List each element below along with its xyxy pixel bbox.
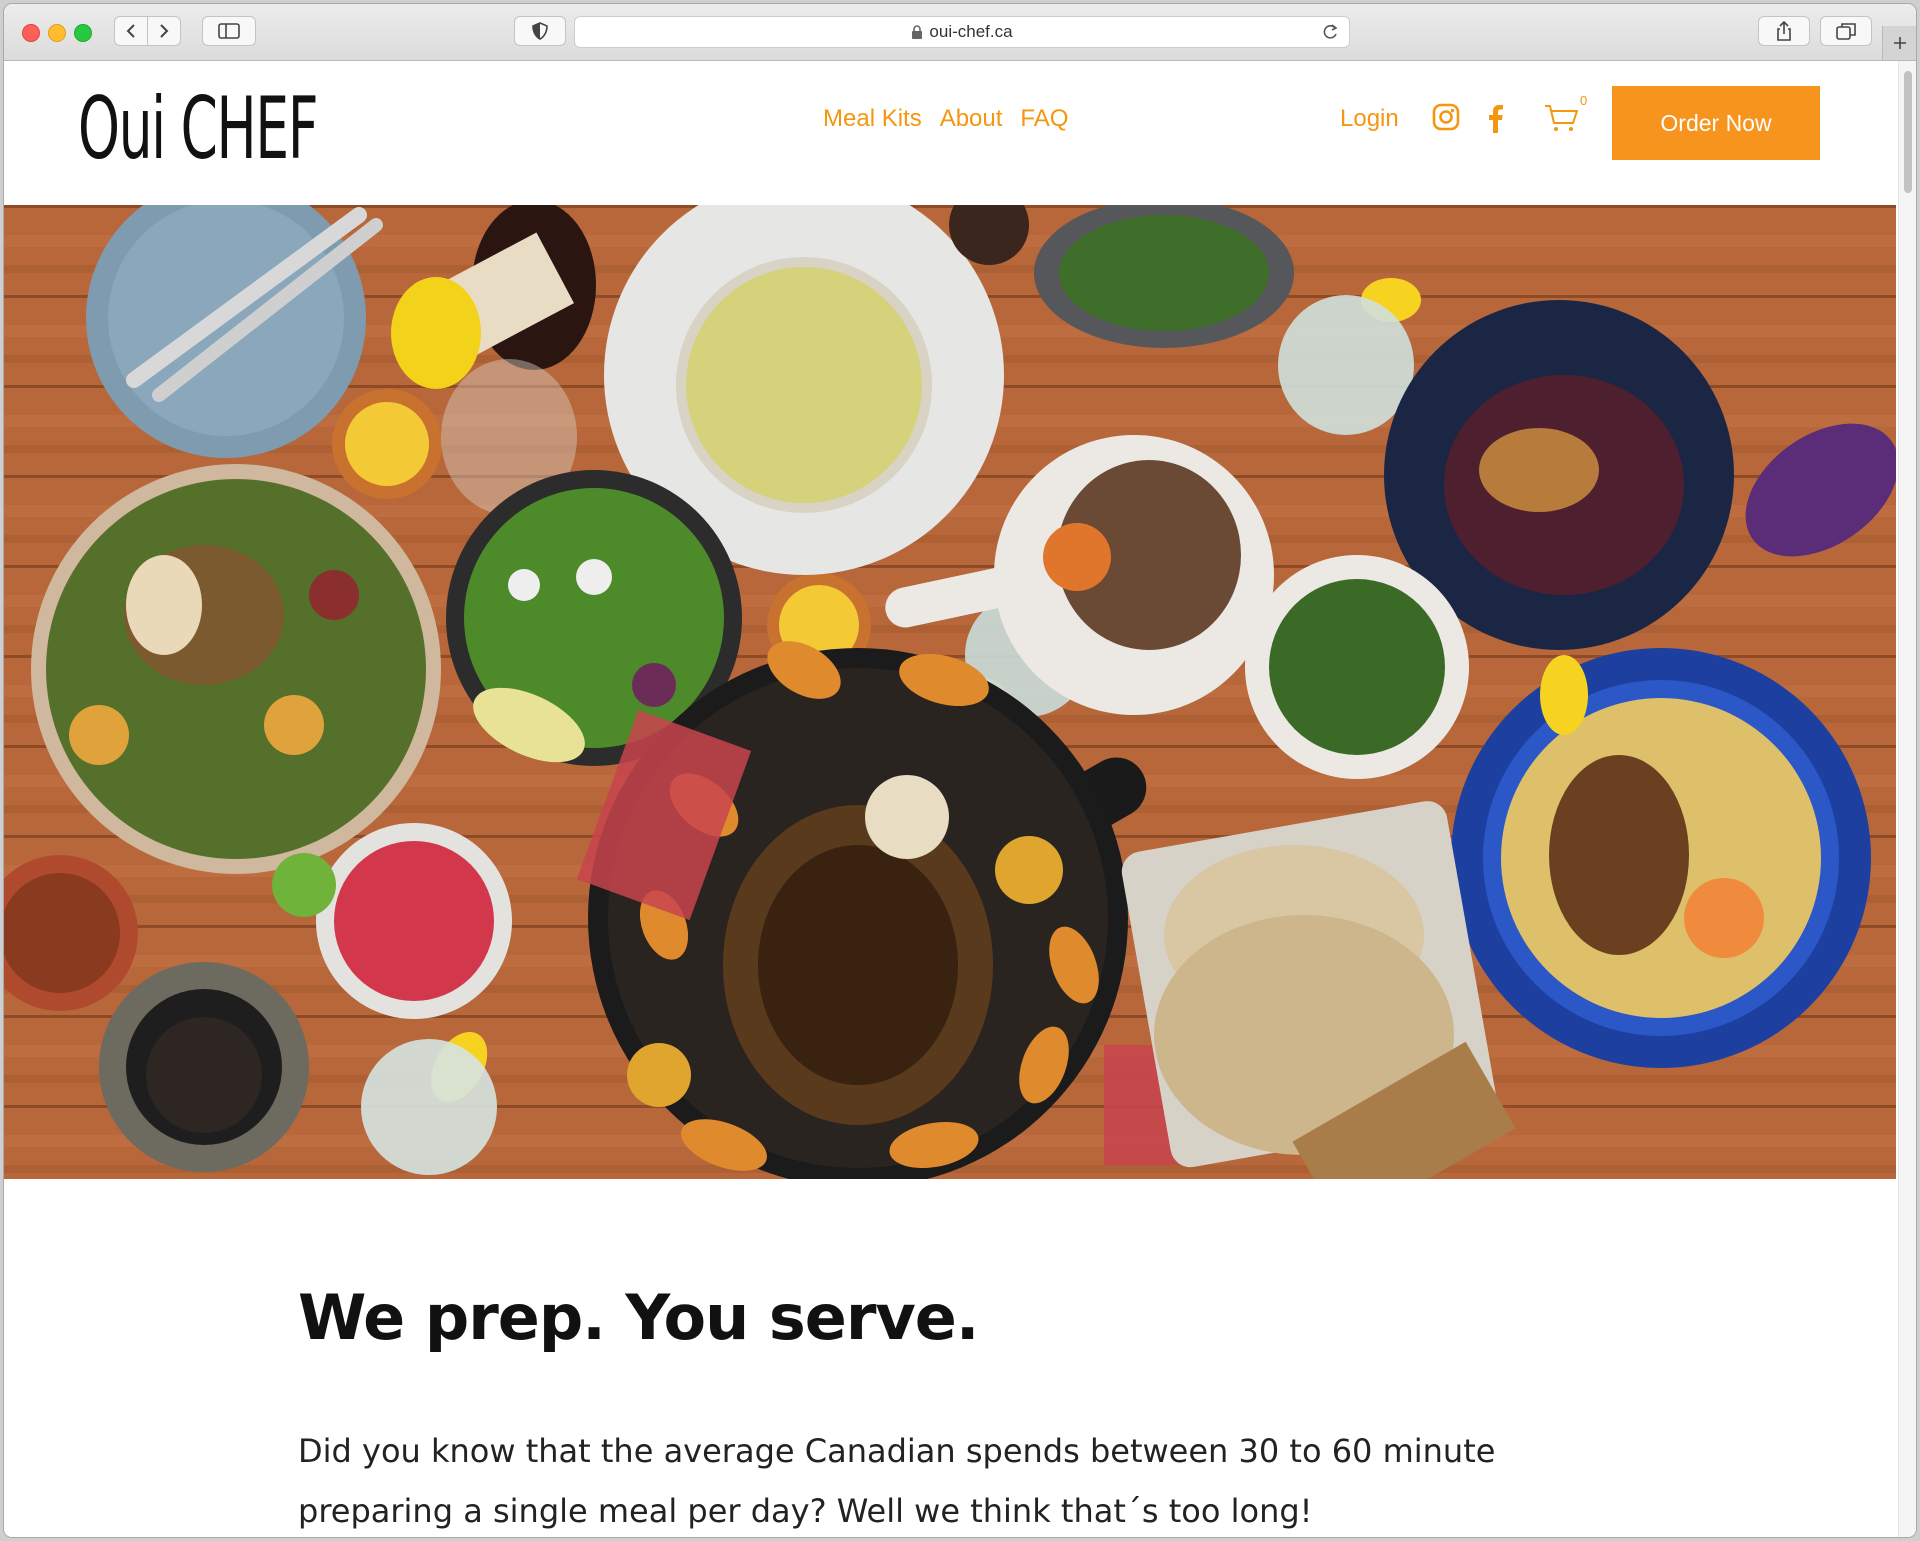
reload-icon[interactable] xyxy=(1321,23,1339,41)
nav-about[interactable]: About xyxy=(940,105,1003,133)
new-tab-button[interactable] xyxy=(1882,26,1916,60)
main-nav: Meal Kits About FAQ xyxy=(823,105,1068,133)
intro-paragraph: Did you know that the average Canadian s… xyxy=(298,1432,1496,1530)
address-bar[interactable]: oui-chef.ca xyxy=(574,16,1350,48)
instagram-icon[interactable] xyxy=(1432,103,1460,131)
sidebar-icon xyxy=(218,23,240,39)
browser-toolbar: oui-chef.ca xyxy=(4,4,1916,61)
minimize-window-button[interactable] xyxy=(48,24,66,42)
tabs-icon xyxy=(1836,23,1856,40)
sidebar-toggle-button[interactable] xyxy=(202,16,256,46)
site-header: Oui CHEF Meal Kits About FAQ Login 0 Ord… xyxy=(4,61,1896,205)
shield-icon xyxy=(532,22,548,40)
hero-image xyxy=(4,205,1896,1179)
nav-faq[interactable]: FAQ xyxy=(1020,105,1068,133)
back-button[interactable] xyxy=(114,16,148,46)
cart-icon[interactable] xyxy=(1544,103,1580,133)
close-window-button[interactable] xyxy=(22,24,40,42)
page-scrollbar[interactable] xyxy=(1898,61,1916,1537)
tab-overview-button[interactable] xyxy=(1820,16,1872,46)
url-text: oui-chef.ca xyxy=(929,22,1013,41)
browser-window: oui-chef.ca Oui CHEF Meal Kits About FAQ… xyxy=(4,4,1916,1537)
web-page: Oui CHEF Meal Kits About FAQ Login 0 Ord… xyxy=(4,61,1896,1537)
forward-button[interactable] xyxy=(147,16,181,46)
site-logo[interactable]: Oui CHEF xyxy=(78,79,319,179)
share-button[interactable] xyxy=(1758,16,1810,46)
login-link[interactable]: Login xyxy=(1340,105,1399,133)
facebook-icon[interactable] xyxy=(1486,103,1504,133)
cart-count-badge: 0 xyxy=(1580,93,1588,108)
plus-icon xyxy=(1894,37,1906,49)
chevron-left-icon xyxy=(126,24,135,38)
order-now-button[interactable]: Order Now xyxy=(1612,86,1820,160)
zoom-window-button[interactable] xyxy=(74,24,92,42)
food-table-photo xyxy=(4,205,1896,1179)
share-icon xyxy=(1777,21,1791,41)
nav-meal-kits[interactable]: Meal Kits xyxy=(823,105,922,133)
scrollbar-thumb[interactable] xyxy=(1904,71,1912,193)
section-headline: We prep. You serve. xyxy=(298,1281,979,1354)
chevron-right-icon xyxy=(160,24,169,38)
privacy-report-button[interactable] xyxy=(514,16,566,46)
lock-icon xyxy=(912,24,923,39)
